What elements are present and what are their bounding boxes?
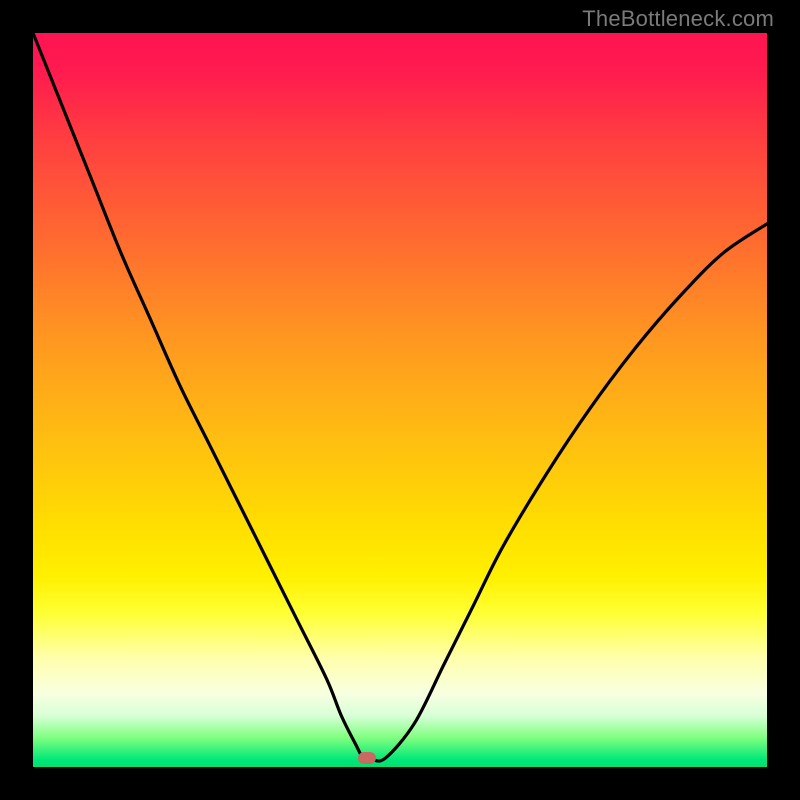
- chart-frame: TheBottleneck.com: [0, 0, 800, 800]
- minimum-marker: [358, 752, 376, 764]
- bottleneck-curve: [33, 33, 767, 767]
- plot-area: [33, 33, 767, 767]
- watermark-text: TheBottleneck.com: [582, 6, 774, 32]
